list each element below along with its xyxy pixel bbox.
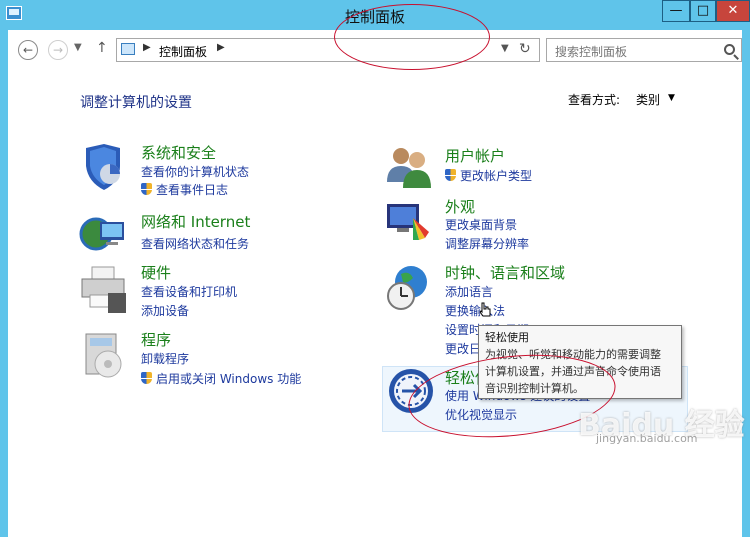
hand-cursor-icon xyxy=(479,302,491,317)
link-view-event-logs[interactable]: 查看事件日志 xyxy=(141,181,228,198)
programs-disc-icon xyxy=(85,333,122,378)
tooltip-title: 轻松使用 xyxy=(485,331,529,344)
chevron-down-icon[interactable]: ▼ xyxy=(668,93,675,103)
link-windows-features[interactable]: 启用或关闭 Windows 功能 xyxy=(141,370,301,387)
appearance-display-icon xyxy=(387,204,429,240)
uac-shield-icon xyxy=(141,183,152,195)
category-appearance[interactable]: 外观 xyxy=(445,196,475,217)
search-icon[interactable] xyxy=(724,44,735,55)
search-placeholder: 搜索控制面板 xyxy=(555,45,628,59)
view-by-select[interactable]: 类别 xyxy=(636,91,660,108)
maximize-button[interactable]: □ xyxy=(690,0,716,22)
category-hardware[interactable]: 硬件 xyxy=(141,262,171,283)
link-adjust-resolution[interactable]: 调整屏幕分辨率 xyxy=(445,235,529,252)
breadcrumb-separator-icon[interactable]: ▶ xyxy=(217,42,225,53)
forward-button[interactable]: → xyxy=(48,40,68,60)
back-button[interactable]: ← xyxy=(18,40,38,60)
watermark-url: jingyan.baidu.com xyxy=(596,432,698,445)
close-button[interactable]: ✕ xyxy=(716,0,750,22)
network-globe-icon xyxy=(79,217,124,251)
clock-globe-icon xyxy=(387,266,427,310)
shield-security-icon xyxy=(86,144,120,190)
link-view-network-status[interactable]: 查看网络状态和任务 xyxy=(141,235,249,252)
link-add-language[interactable]: 添加语言 xyxy=(445,283,493,300)
search-input[interactable]: 搜索控制面板 xyxy=(546,38,742,62)
category-clock-language-region[interactable]: 时钟、语言和区域 xyxy=(445,262,565,283)
recent-locations-icon[interactable]: ▼ xyxy=(74,42,82,53)
control-panel-content: 调整计算机的设置 查看方式: 类别 ▼ 系统和安全 查看你的计算机状态 查看事件… xyxy=(0,70,750,537)
category-network-internet[interactable]: 网络和 Internet xyxy=(141,211,250,232)
refresh-icon[interactable]: ↻ xyxy=(519,41,531,57)
address-dropdown-icon[interactable]: ▼ xyxy=(501,43,509,54)
link-change-account-type[interactable]: 更改帐户类型 xyxy=(445,167,532,184)
annotation-ellipse xyxy=(334,4,490,70)
link-label: 查看事件日志 xyxy=(156,183,229,197)
link-label: 启用或关闭 Windows 功能 xyxy=(156,372,302,386)
category-system-security[interactable]: 系统和安全 xyxy=(141,142,216,163)
uac-shield-icon xyxy=(141,372,152,384)
control-panel-small-icon xyxy=(121,43,135,55)
link-devices-printers[interactable]: 查看设备和打印机 xyxy=(141,283,237,300)
category-user-accounts[interactable]: 用户帐户 xyxy=(445,145,505,166)
link-label: 更改帐户类型 xyxy=(460,169,533,183)
minimize-button[interactable]: — xyxy=(662,0,690,22)
uac-shield-icon xyxy=(445,169,456,181)
up-arrow-icon[interactable]: ↑ xyxy=(96,40,108,56)
view-by-label: 查看方式: xyxy=(568,93,621,107)
link-view-computer-status[interactable]: 查看你的计算机状态 xyxy=(141,163,249,180)
users-icon xyxy=(387,148,431,188)
breadcrumb-control-panel[interactable]: 控制面板 xyxy=(159,43,207,60)
category-programs[interactable]: 程序 xyxy=(141,329,171,350)
link-change-input-method[interactable]: 更换输入法 xyxy=(445,302,505,319)
page-title: 调整计算机的设置 xyxy=(80,95,192,111)
link-add-device[interactable]: 添加设备 xyxy=(141,302,189,319)
link-uninstall-program[interactable]: 卸载程序 xyxy=(141,350,189,367)
breadcrumb-separator-icon[interactable]: ▶ xyxy=(143,42,151,53)
link-change-desktop-background[interactable]: 更改桌面背景 xyxy=(445,216,517,233)
printer-hardware-icon xyxy=(81,266,126,313)
